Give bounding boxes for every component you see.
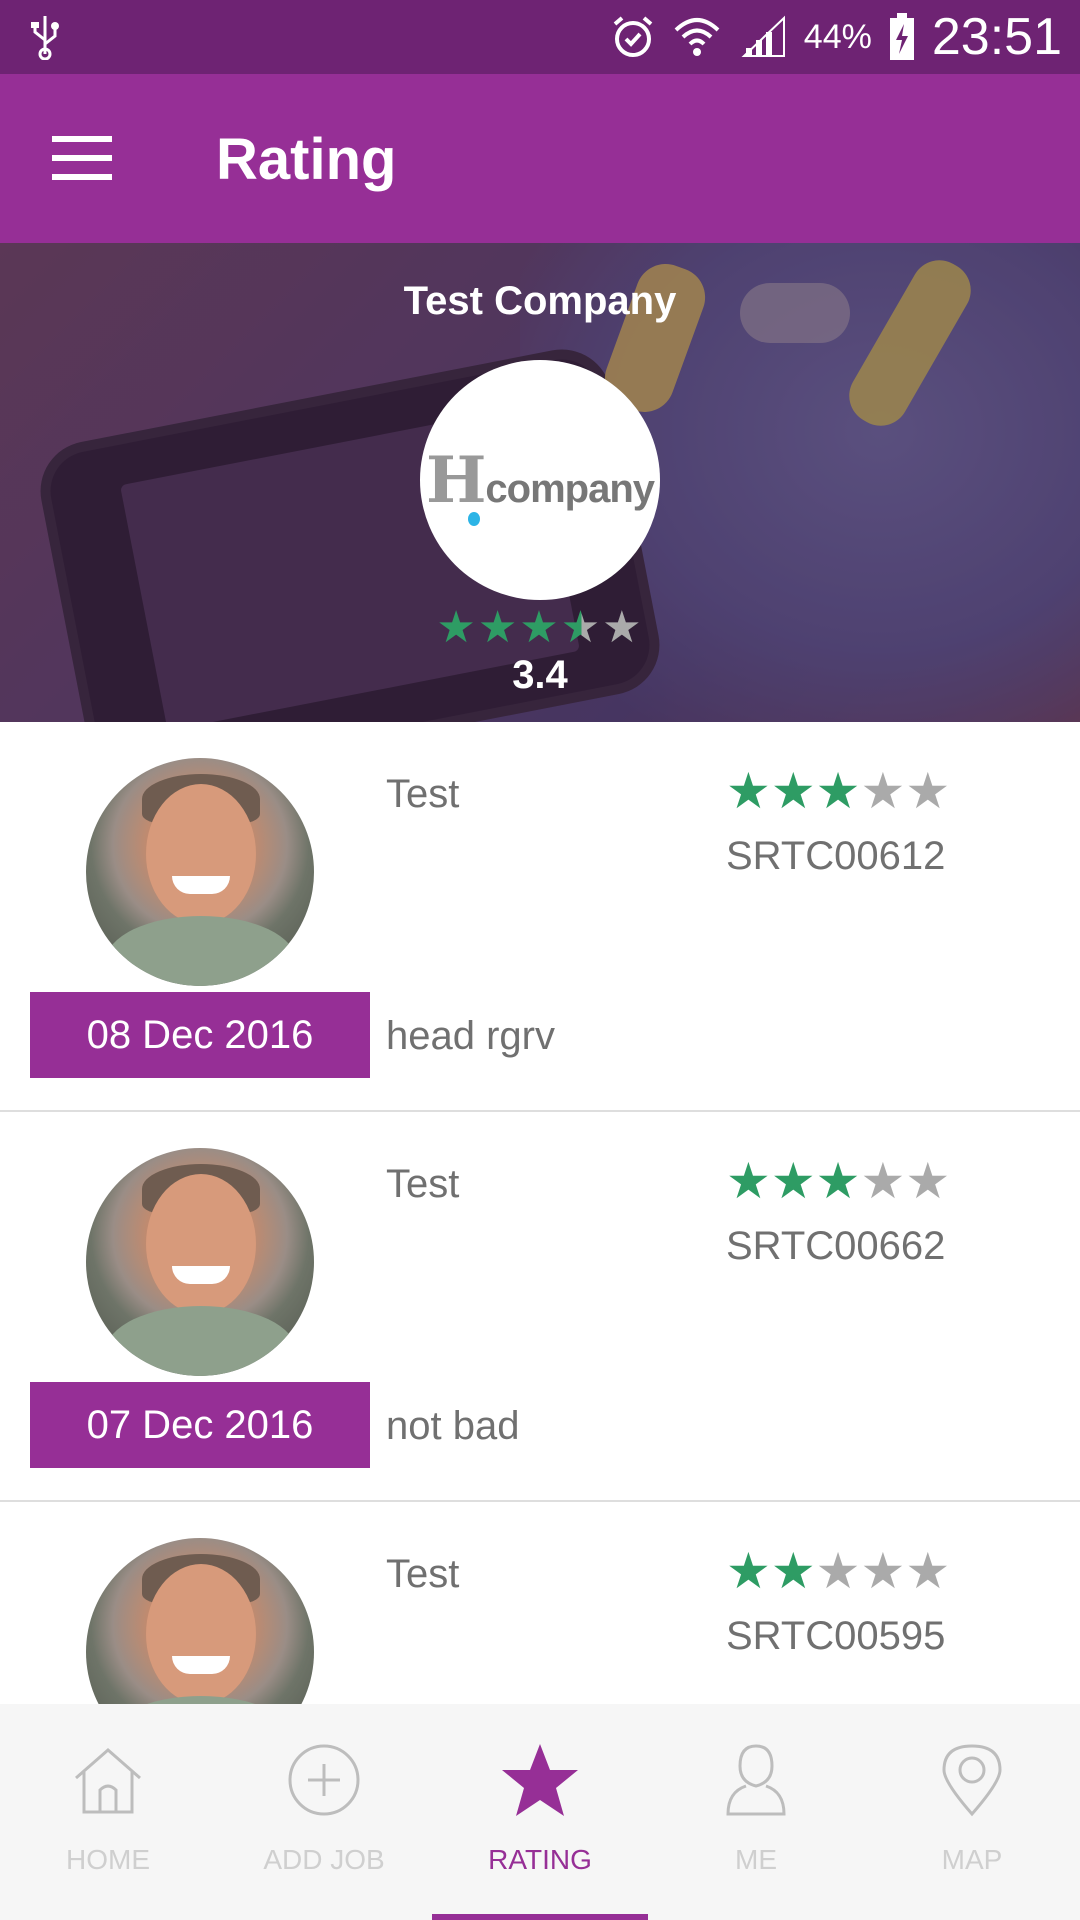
star-icon: ★ [477, 603, 520, 652]
job-code: SRTC00662 [726, 1224, 946, 1268]
nav-add-job[interactable]: ADD JOB [216, 1704, 432, 1920]
review-comment: not bad [386, 1404, 520, 1448]
clock: 23:51 [931, 8, 1062, 66]
list-item[interactable]: Test ★★★★★ SRTC00612 08 Dec 2016 head rg… [0, 722, 1080, 1112]
water-drop-icon [467, 511, 480, 526]
date-badge: 07 Dec 2016 [30, 1382, 370, 1468]
nav-home[interactable]: HOME [0, 1704, 216, 1920]
logo-word: company [485, 466, 655, 511]
review-star-rating: ★★★★★ [726, 1542, 950, 1600]
review-star-rating: ★★★★★ [726, 1152, 950, 1210]
usb-icon [31, 16, 59, 60]
star-icon: ★ [519, 603, 561, 652]
job-code: SRTC00612 [726, 834, 946, 878]
nav-add-job-label: ADD JOB [263, 1844, 385, 1875]
nav-rating[interactable]: RATING [432, 1704, 648, 1920]
map-pin-icon [942, 1744, 1002, 1817]
star-half-icon: ★ [560, 603, 603, 652]
app-bar: Rating [0, 74, 1080, 243]
company-logo: Hcompany [420, 360, 660, 600]
avatar [86, 758, 314, 986]
review-star-rating: ★★★★★ [726, 762, 950, 820]
star-icon [502, 1744, 578, 1816]
reviewer-name: Test [386, 1552, 460, 1596]
star-icon: ★ [905, 763, 951, 819]
nav-home-label: HOME [66, 1844, 150, 1875]
star-icon: ★ [905, 1543, 951, 1599]
list-item[interactable]: Test ★★★★★ SRTC00662 07 Dec 2016 not bad [0, 1112, 1080, 1502]
star-icon: ★ [815, 1153, 861, 1209]
status-bar: 44% 23:51 [0, 0, 1080, 74]
star-icon: ★ [602, 603, 644, 652]
reviewer-name: Test [386, 772, 460, 816]
date-badge: 08 Dec 2016 [30, 992, 370, 1078]
star-icon: ★ [436, 603, 478, 652]
logo-letter: H [425, 442, 486, 518]
company-star-rating: ★★★★★ [420, 602, 660, 653]
logo-text: Hcompany [425, 442, 655, 526]
alarm-icon [613, 16, 653, 57]
company-header: Test Company Hcompany ★★★★★ 3.4 [0, 243, 1080, 722]
star-icon: ★ [770, 1543, 816, 1599]
active-tab-indicator [432, 1914, 648, 1920]
page-title: Rating [216, 127, 397, 192]
battery-charging-icon [889, 13, 914, 60]
job-code: SRTC00595 [726, 1614, 946, 1658]
battery-percent: 44% [803, 17, 872, 56]
star-icon: ★ [726, 1543, 771, 1599]
nav-map[interactable]: MAP [864, 1704, 1080, 1920]
hamburger-menu-icon[interactable] [52, 136, 112, 180]
reviewer-name: Test [386, 1162, 460, 1206]
add-circle-icon [288, 1744, 360, 1816]
star-icon: ★ [770, 763, 816, 819]
star-icon: ★ [860, 763, 906, 819]
wifi-icon [674, 18, 720, 56]
star-icon: ★ [905, 1153, 951, 1209]
home-icon [75, 1748, 141, 1814]
company-name: Test Company [403, 279, 677, 323]
nav-map-label: MAP [941, 1844, 1003, 1875]
person-icon [726, 1744, 786, 1816]
star-icon: ★ [770, 1153, 816, 1209]
nav-rating-label: RATING [488, 1844, 592, 1875]
nav-me[interactable]: ME [648, 1704, 864, 1920]
signal-icon [741, 15, 785, 57]
star-icon: ★ [815, 763, 861, 819]
star-icon: ★ [860, 1153, 906, 1209]
star-icon: ★ [726, 1153, 771, 1209]
star-icon: ★ [815, 1543, 861, 1599]
company-rating-value: 3.4 [512, 653, 568, 697]
review-comment: head rgrv [386, 1014, 555, 1058]
star-icon: ★ [726, 763, 771, 819]
bottom-navigation: HOME ADD JOB RATING ME MAP [0, 1704, 1080, 1920]
star-icon: ★ [860, 1543, 906, 1599]
nav-me-label: ME [735, 1844, 777, 1875]
avatar [86, 1148, 314, 1376]
